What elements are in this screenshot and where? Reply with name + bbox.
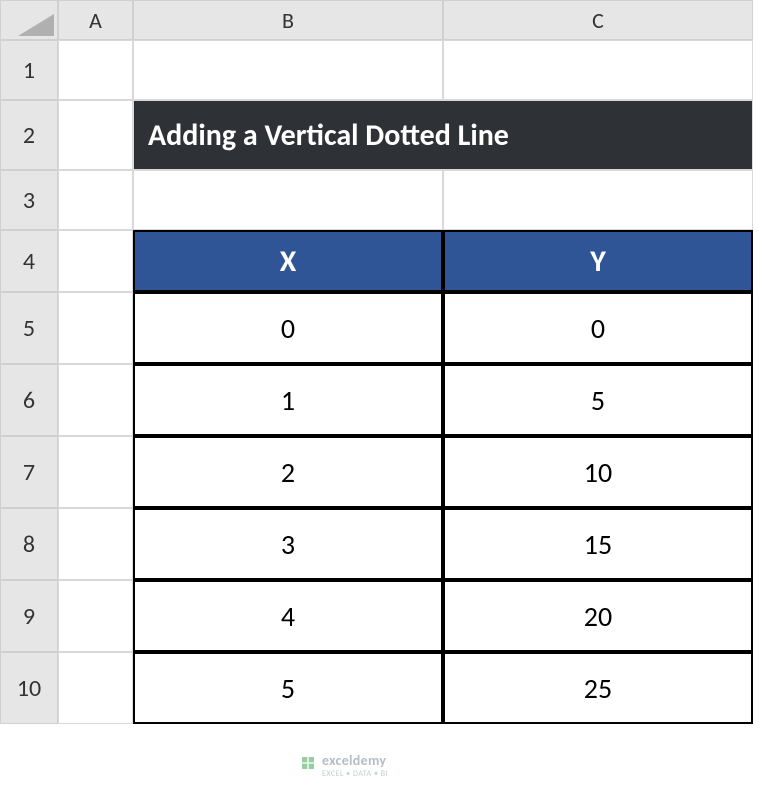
cell-a10[interactable] [58,652,133,724]
cell-a4[interactable] [58,230,133,292]
table-cell-y1[interactable]: 5 [443,364,753,436]
select-all-corner[interactable] [0,0,58,40]
row-header-7[interactable]: 7 [0,436,58,508]
cell-a3[interactable] [58,170,133,230]
cell-c1[interactable] [443,40,753,100]
cell-a7[interactable] [58,436,133,508]
cell-a5[interactable] [58,292,133,364]
table-cell-y0[interactable]: 0 [443,292,753,364]
table-cell-y5[interactable]: 25 [443,652,753,724]
spreadsheet-grid: A B C 1 2 Adding a Vertical Dotted Line … [0,0,768,724]
row-header-3[interactable]: 3 [0,170,58,230]
row-header-5[interactable]: 5 [0,292,58,364]
table-cell-x5[interactable]: 5 [133,652,443,724]
cell-a9[interactable] [58,580,133,652]
table-cell-y2[interactable]: 10 [443,436,753,508]
title-cell[interactable]: Adding a Vertical Dotted Line [133,100,753,170]
cell-b1[interactable] [133,40,443,100]
table-cell-x3[interactable]: 3 [133,508,443,580]
row-header-6[interactable]: 6 [0,364,58,436]
table-cell-y4[interactable]: 20 [443,580,753,652]
cell-a2[interactable] [58,100,133,170]
table-header-x[interactable]: X [133,230,443,292]
table-cell-y3[interactable]: 15 [443,508,753,580]
table-cell-x4[interactable]: 4 [133,580,443,652]
col-header-b[interactable]: B [133,0,443,40]
cell-a8[interactable] [58,508,133,580]
table-header-y[interactable]: Y [443,230,753,292]
watermark-brand: exceldemy [322,752,386,769]
cell-a6[interactable] [58,364,133,436]
row-header-1[interactable]: 1 [0,40,58,100]
row-header-2[interactable]: 2 [0,100,58,170]
table-cell-x2[interactable]: 2 [133,436,443,508]
cell-a1[interactable] [58,40,133,100]
col-header-a[interactable]: A [58,0,133,40]
cell-b3[interactable] [133,170,443,230]
table-cell-x1[interactable]: 1 [133,364,443,436]
cell-c3[interactable] [443,170,753,230]
watermark-tagline: EXCEL • DATA • BI [322,769,388,779]
row-header-10[interactable]: 10 [0,652,58,724]
row-header-9[interactable]: 9 [0,580,58,652]
row-header-4[interactable]: 4 [0,230,58,292]
row-header-8[interactable]: 8 [0,508,58,580]
col-header-c[interactable]: C [443,0,753,40]
watermark: exceldemy EXCEL • DATA • BI [300,752,388,779]
watermark-icon [300,755,316,776]
table-cell-x0[interactable]: 0 [133,292,443,364]
